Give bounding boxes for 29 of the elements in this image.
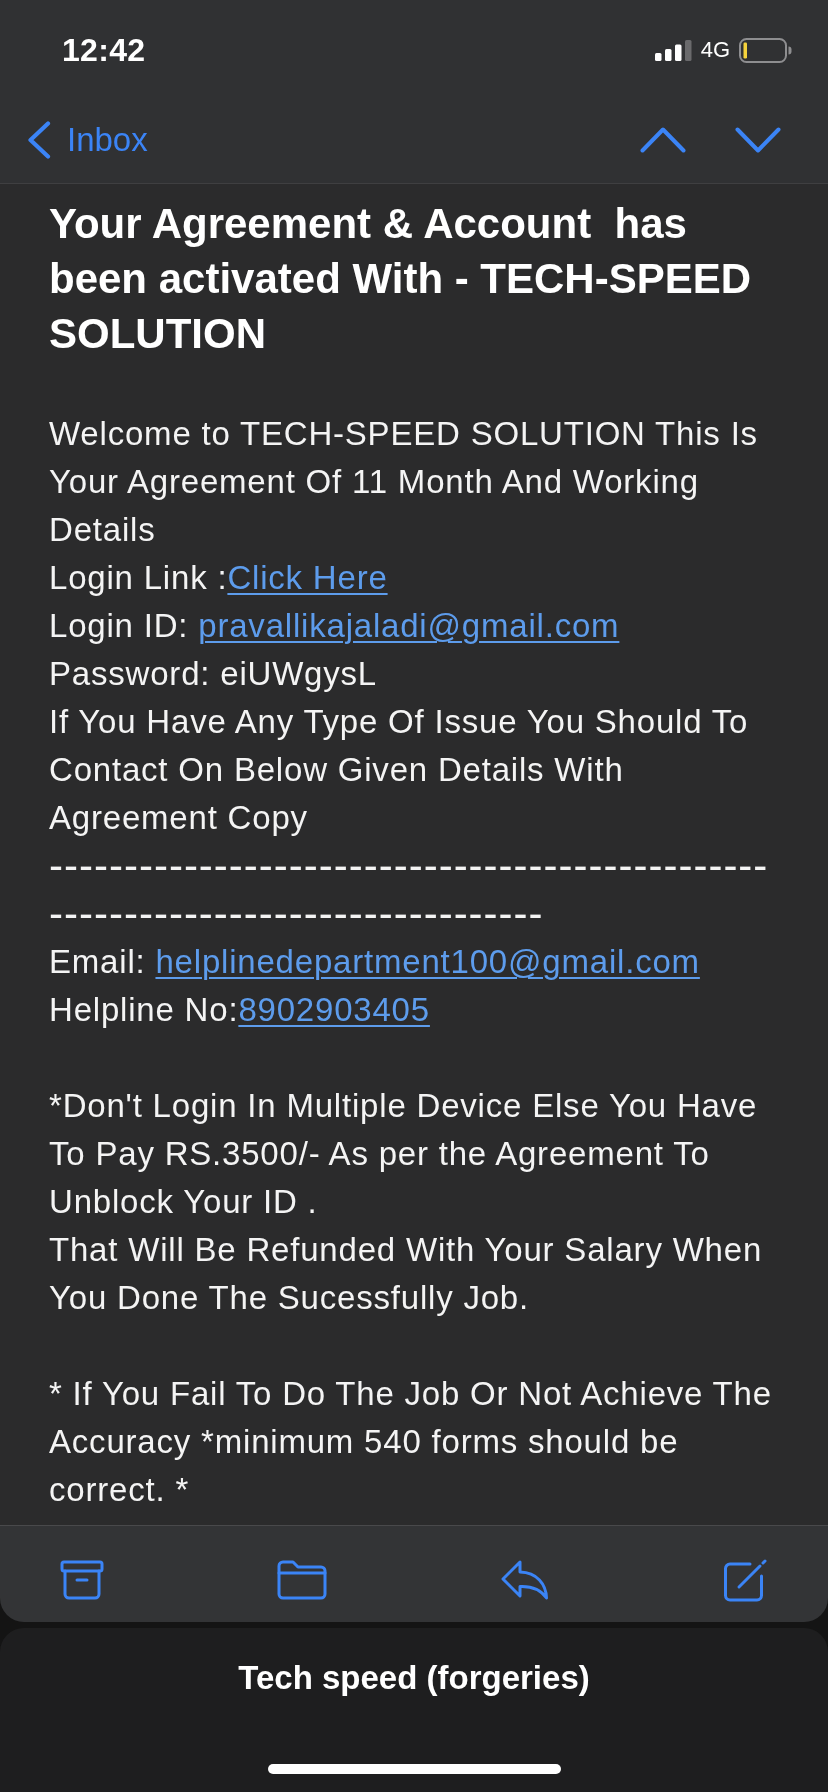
link[interactable]: Click Here <box>227 559 388 596</box>
link[interactable]: 8902903405 <box>238 991 430 1028</box>
clock-time: 12:42 <box>62 31 146 69</box>
body-text: * If You Fail To Do The Job Or Not Achieve The Accuracy *minimum 540 forms should be correct. * <box>49 1374 773 1510</box>
body-text: If You Have Any Type Of Issue You Should To Contact On Below Given Details With Agreement Copy <box>49 702 750 838</box>
body-text: *Don't Login In Multiple Device Else You Have To Pay RS.3500/- As per the Agreement To Unblock Your ID . <box>49 1086 759 1222</box>
network-label: 4G <box>700 37 730 63</box>
archive-icon[interactable] <box>60 1560 104 1600</box>
compose-icon[interactable] <box>722 1558 768 1602</box>
body-text: Password: eiUWgysL <box>49 654 378 694</box>
folder-icon[interactable] <box>277 1560 328 1600</box>
body-text: Login ID: pravallikajaladi@gmail.com <box>49 606 621 646</box>
signal-icon <box>654 39 692 61</box>
body-text: That Will Be Refunded With Your Salary When You Done The Sucessfully Job. <box>49 1230 764 1318</box>
link[interactable]: helplinedepartment100@gmail.com <box>155 943 700 980</box>
chevron-left-icon <box>27 120 51 159</box>
back-button[interactable]: Inbox <box>27 120 148 159</box>
caption-text: Tech speed (forgeries) <box>238 1658 590 1698</box>
body-text: Email: helplinedepartment100@gmail.com <box>49 942 701 982</box>
body-text: Welcome to TECH-SPEED SOLUTION This Is Your Agreement Of 11 Month And Working Details <box>49 414 759 550</box>
body-text: Login Link :Click Here <box>49 558 389 598</box>
email-subject: Your Agreement & Account has been activated With - TECH-SPEED SOLUTION <box>49 199 753 359</box>
chevron-up-icon[interactable] <box>640 126 686 153</box>
battery-icon <box>739 37 792 63</box>
dash-line-text: --------------------------------------------------------------------------------- <box>49 842 770 938</box>
body-text: Helpline No:8902903405 <box>49 990 431 1030</box>
link[interactable]: pravallikajaladi@gmail.com <box>198 607 620 644</box>
reply-icon[interactable] <box>500 1560 549 1600</box>
chevron-down-icon[interactable] <box>735 126 781 153</box>
